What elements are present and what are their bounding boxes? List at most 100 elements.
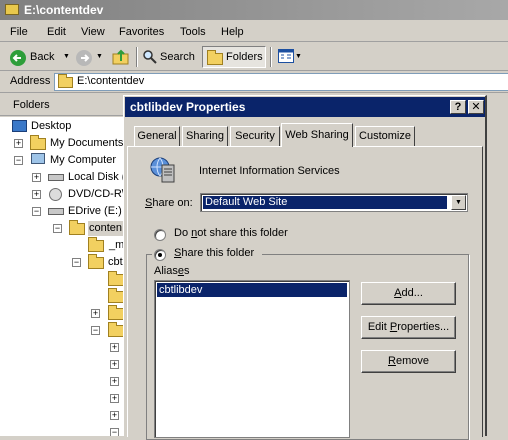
share-on-label: Share on:: [145, 197, 193, 209]
expand-icon[interactable]: +: [110, 377, 119, 386]
search-button[interactable]: Search: [141, 46, 199, 68]
expand-icon[interactable]: +: [110, 343, 119, 352]
dvd-icon: [49, 188, 62, 201]
computer-icon: [31, 153, 45, 164]
address-label: Address: [10, 75, 51, 87]
dropdown-arrow-icon: ▼: [295, 53, 302, 60]
web-sharing-panel: Internet Information Services Share on: …: [127, 146, 483, 440]
close-button[interactable]: ✕: [468, 100, 484, 114]
search-icon: [142, 49, 158, 73]
expand-icon[interactable]: +: [91, 309, 100, 318]
back-label: Back: [30, 51, 55, 63]
forward-button[interactable]: ▼: [74, 46, 104, 68]
explorer-title: E:\contentdev: [24, 3, 104, 17]
radio-share[interactable]: [154, 249, 166, 261]
folder-icon: [108, 305, 124, 320]
dropdown-arrow-icon[interactable]: ▼: [96, 46, 103, 68]
tree-label: cbt: [108, 256, 123, 268]
collapse-icon[interactable]: −: [14, 156, 23, 165]
tab-general[interactable]: General: [134, 126, 180, 146]
collapse-icon[interactable]: −: [110, 428, 119, 436]
folders-icon: [207, 50, 223, 65]
radio-dot-icon: [158, 253, 162, 257]
views-button[interactable]: ▼: [276, 46, 304, 68]
help-button[interactable]: ?: [450, 100, 466, 114]
tree-label: _m: [109, 239, 124, 251]
folder-icon: [108, 288, 124, 303]
open-folder-icon: [88, 254, 104, 269]
toolbar-separator: [136, 47, 138, 67]
share-on-value: Default Web Site: [202, 195, 448, 210]
folders-label: Folders: [226, 51, 263, 63]
explorer-title-bar[interactable]: E:\contentdev: [0, 0, 508, 20]
expand-icon[interactable]: +: [110, 411, 119, 420]
address-input[interactable]: E:\contentdev: [54, 73, 508, 91]
collapse-icon[interactable]: −: [72, 258, 81, 267]
tree-label: My Documents: [50, 137, 124, 149]
menu-favorites[interactable]: Favorites: [119, 25, 164, 39]
remove-button[interactable]: Remove: [361, 350, 456, 373]
menu-bar: File Edit View Favorites Tools Help: [0, 22, 508, 42]
address-bar: Address E:\contentdev: [0, 71, 508, 93]
folder-icon: [108, 271, 124, 286]
aliases-list[interactable]: cbtlibdev: [154, 280, 350, 438]
tree-label: DVD/CD-R\: [68, 188, 124, 200]
tree-label: Local Disk (: [68, 171, 124, 183]
folders-button[interactable]: Folders: [202, 46, 266, 68]
menu-view[interactable]: View: [81, 25, 105, 39]
folder-icon: [58, 74, 73, 88]
expand-icon[interactable]: +: [110, 394, 119, 403]
radio-not-share[interactable]: [154, 229, 166, 241]
address-value: E:\contentdev: [77, 75, 145, 87]
tree-label: Desktop: [31, 120, 72, 132]
dropdown-arrow-icon[interactable]: ▼: [451, 195, 466, 210]
folder-icon: [5, 4, 19, 15]
tab-security[interactable]: Security: [230, 126, 280, 146]
collapse-icon[interactable]: −: [53, 224, 62, 233]
tree-label: My Computer: [50, 154, 117, 166]
views-icon: [278, 49, 294, 71]
service-name: Internet Information Services: [199, 165, 340, 177]
add-button[interactable]: Add...: [361, 282, 456, 305]
back-arrow-icon: [10, 50, 26, 66]
properties-dialog: cbtlibdev Properties ? ✕ General Sharing…: [123, 95, 487, 440]
expand-icon[interactable]: +: [110, 360, 119, 369]
tab-sharing[interactable]: Sharing: [182, 126, 228, 146]
share-on-dropdown[interactable]: Default Web Site ▼: [200, 193, 468, 212]
drive-icon: [48, 174, 64, 181]
dropdown-arrow-icon[interactable]: ▼: [63, 46, 70, 68]
dialog-title: cbtlibdev Properties: [130, 100, 246, 114]
radio-share-label: Share this folder: [174, 247, 255, 259]
open-folder-icon: [69, 220, 85, 235]
search-label: Search: [160, 51, 195, 63]
back-button[interactable]: Back ▼: [8, 46, 72, 68]
forward-arrow-icon: [76, 50, 92, 66]
menu-edit[interactable]: Edit: [47, 25, 66, 39]
menu-help[interactable]: Help: [221, 25, 244, 39]
dialog-title-bar[interactable]: cbtlibdev Properties ? ✕: [125, 97, 485, 117]
up-folder-button[interactable]: [110, 46, 132, 68]
menu-tools[interactable]: Tools: [180, 25, 206, 39]
tree-label: conten: [88, 221, 124, 236]
open-folder-icon: [108, 322, 124, 337]
list-item[interactable]: cbtlibdev: [157, 283, 347, 297]
radio-not-share-label: Do not share this folder: [174, 227, 288, 239]
toolbar: Back ▼ ▼ Search Folders ▼: [0, 43, 508, 71]
collapse-icon[interactable]: −: [32, 207, 41, 216]
toolbar-separator: [270, 47, 272, 67]
tree-label: EDrive (E:): [68, 205, 122, 217]
collapse-icon[interactable]: −: [91, 326, 100, 335]
expand-icon[interactable]: +: [14, 139, 23, 148]
up-folder-icon: [112, 49, 130, 73]
drive-icon: [48, 208, 64, 215]
folders-pane-header: Folders: [0, 94, 124, 116]
expand-icon[interactable]: +: [32, 190, 41, 199]
menu-file[interactable]: File: [10, 25, 28, 39]
folder-tree: Desktop + My Documents − My Computer + L…: [0, 117, 124, 436]
desktop-icon: [12, 120, 27, 132]
edit-properties-button[interactable]: Edit Properties...: [361, 316, 456, 339]
expand-icon[interactable]: +: [32, 173, 41, 182]
tab-web-sharing[interactable]: Web Sharing: [281, 123, 353, 147]
tab-customize[interactable]: Customize: [355, 126, 415, 146]
iis-icon: [148, 155, 178, 188]
